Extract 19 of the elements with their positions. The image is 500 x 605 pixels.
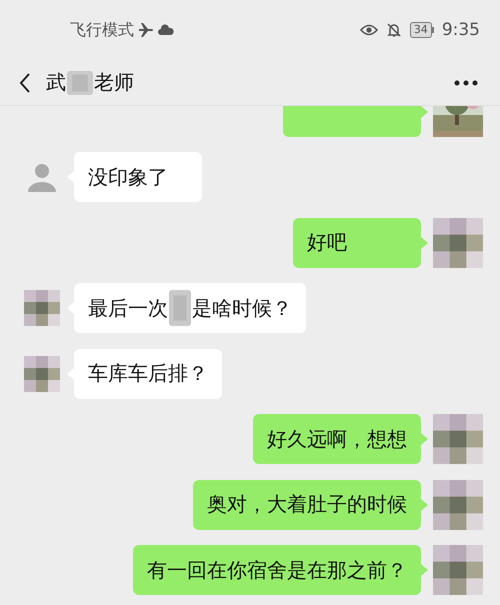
- blurred-avatar[interactable]: [433, 414, 483, 464]
- clock-time: 9:35: [442, 20, 480, 40]
- airplane-mode-label: 飞行模式: [70, 20, 134, 40]
- cloud-icon: [158, 24, 174, 36]
- blurred-avatar[interactable]: [433, 218, 483, 268]
- blurred-avatar[interactable]: [433, 480, 483, 530]
- blurred-avatar[interactable]: [24, 290, 60, 326]
- contact-name: 老师: [94, 69, 134, 96]
- blurred-patch: [169, 290, 191, 326]
- more-icon[interactable]: [454, 80, 478, 86]
- blurred-avatar[interactable]: [24, 356, 60, 392]
- contact-name: 武: [46, 69, 66, 96]
- eye-icon: [360, 24, 378, 36]
- battery-level: 34: [410, 22, 432, 38]
- back-icon[interactable]: [18, 72, 32, 94]
- muted-bell-icon: [386, 22, 402, 38]
- airplane-icon: [138, 22, 154, 38]
- blurred-avatar[interactable]: [433, 545, 483, 595]
- blurred-patch: [67, 70, 93, 94]
